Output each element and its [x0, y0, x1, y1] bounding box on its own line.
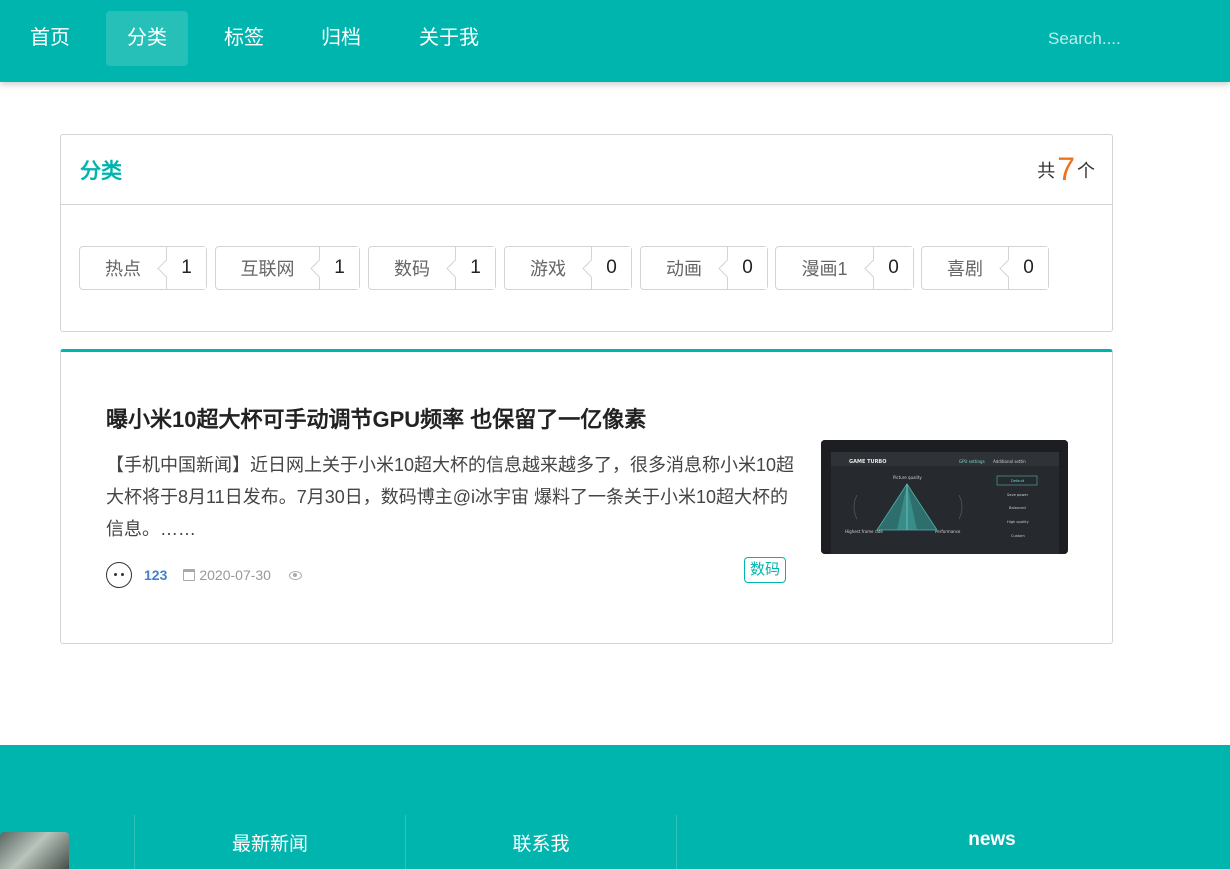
category-panel-title: 分类	[80, 160, 122, 183]
category-tag-internet[interactable]: 互联网 1	[215, 246, 360, 290]
category-tag-label: 喜剧	[947, 259, 983, 279]
footer: 最新新闻 联系我 news	[0, 745, 1230, 869]
category-tag-label: 动画	[666, 259, 702, 279]
thumb-brand: GAME TURBO	[849, 459, 887, 465]
avatar[interactable]	[106, 562, 132, 588]
category-panel: 分类 共7 个 热点 1 互联网 1 数码 1 游戏 0 动画 0 漫画1 0 喜…	[60, 134, 1113, 332]
search-input[interactable]	[1030, 29, 1190, 49]
nav-categories[interactable]: 分类	[106, 11, 188, 66]
nav-archive[interactable]: 归档	[303, 11, 379, 66]
article-title[interactable]: 曝小米10超大杯可手动调节GPU频率 也保留了一亿像素	[106, 402, 646, 434]
category-tag-digital[interactable]: 数码 1	[368, 246, 496, 290]
thumb-axis-right: Performance	[935, 529, 961, 534]
category-count-prefix: 共	[1037, 161, 1056, 181]
category-tag-label: 漫画1	[801, 259, 848, 279]
calendar-icon	[183, 569, 196, 581]
category-tag-animation[interactable]: 动画 0	[640, 246, 768, 290]
eye-icon	[288, 570, 302, 580]
article-date: 2020-07-30	[199, 567, 271, 583]
article-meta: 123 2020-07-30	[106, 562, 302, 588]
category-count-suffix: 个	[1077, 161, 1095, 181]
category-tag-comics[interactable]: 漫画1 0	[775, 246, 914, 290]
category-tag-hot[interactable]: 热点 1	[79, 246, 207, 290]
article-category-label[interactable]: 数码	[744, 557, 787, 583]
article-thumbnail[interactable]: GAME TURBO GPU settings Additional setti…	[821, 440, 1068, 554]
footer-image	[0, 832, 69, 869]
top-nav: 首页 分类 标签 归档 关于我	[0, 0, 1230, 82]
category-tag-count: 0	[727, 247, 767, 289]
article-description: 【手机中国新闻】近日网上关于小米10超大杯的信息越来越多了，很多消息称小米10超…	[106, 455, 795, 539]
footer-news-title: news	[968, 829, 1016, 850]
thumb-tab-additional: Additional settin	[993, 459, 1026, 464]
category-tag-count: 0	[591, 247, 631, 289]
thumb-option-high-quality: High quality	[1007, 520, 1030, 524]
category-tag-count: 1	[455, 247, 495, 289]
thumb-option-balanced: Balanced	[1009, 506, 1026, 510]
footer-divider	[676, 815, 677, 869]
footer-latest-news-title: 最新新闻	[231, 834, 308, 855]
category-tag-count: 0	[1008, 247, 1048, 289]
category-tag-games[interactable]: 游戏 0	[504, 246, 632, 290]
article-author[interactable]: 123	[144, 567, 167, 583]
category-tag-label: 数码	[394, 259, 430, 279]
search-box[interactable]	[1030, 20, 1210, 58]
category-tag-comedy[interactable]: 喜剧 0	[921, 246, 1049, 290]
nav-about[interactable]: 关于我	[404, 11, 494, 66]
footer-contact-title: 联系我	[512, 834, 570, 855]
category-tag-count: 1	[166, 247, 206, 289]
category-panel-header: 分类 共7 个	[61, 135, 1112, 205]
category-count-number: 7	[1057, 151, 1075, 187]
article-card: 曝小米10超大杯可手动调节GPU频率 也保留了一亿像素 【手机中国新闻】近日网上…	[60, 349, 1113, 644]
category-tag-count: 0	[873, 247, 913, 289]
thumb-option-custom: Custom	[1011, 534, 1025, 538]
thumb-option-default: Default	[1011, 479, 1025, 483]
thumb-tab-gpu: GPU settings	[959, 459, 985, 464]
thumb-option-save-power: Save power	[1007, 493, 1029, 497]
nav-tags[interactable]: 标签	[206, 11, 282, 66]
nav-home[interactable]: 首页	[14, 11, 86, 66]
thumb-axis-top: Picture quality	[893, 475, 922, 480]
category-tag-label: 游戏	[530, 259, 566, 279]
category-tag-label: 互联网	[240, 259, 295, 279]
category-count: 共7 个	[1037, 151, 1095, 188]
category-tag-count: 1	[319, 247, 359, 289]
category-tag-label: 热点	[105, 259, 141, 279]
thumbnail-image: GAME TURBO GPU settings Additional setti…	[821, 440, 1068, 554]
